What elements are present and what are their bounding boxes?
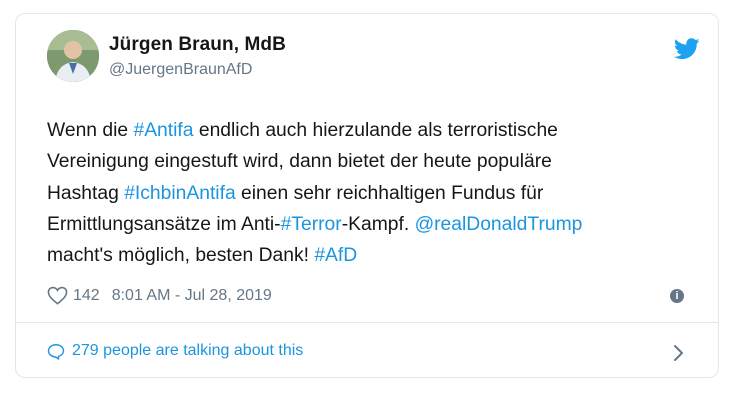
tweet-text-segment: endlich auch hierzulande als terroristis… (193, 120, 558, 141)
conversation-link[interactable]: 279 people are talking about this (47, 342, 303, 360)
info-icon[interactable]: i (670, 289, 684, 303)
hashtag-link[interactable]: #IchbinAntifa (124, 183, 235, 204)
tweet-timestamp[interactable]: 8:01 AM - Jul 28, 2019 (112, 287, 272, 305)
tweet-text-line: Ermittlungsansätze im Anti-#Terror-Kampf… (47, 209, 692, 240)
tweet-text-segment: Vereinigung eingestuft wird, dann bietet… (47, 151, 552, 173)
author-handle[interactable]: @JuergenBraunAfD (109, 61, 252, 79)
author-name[interactable]: Jürgen Braun, MdB (109, 34, 286, 56)
tweet-text-line: Hashtag #IchbinAntifa einen sehr reichha… (47, 178, 692, 209)
like-count: 142 (73, 286, 100, 304)
twitter-bird-icon[interactable] (674, 38, 700, 60)
tweet-text-line: macht's möglich, besten Dank! #AfD (47, 240, 692, 271)
tweet-text-line: Wenn die #Antifa endlich auch hierzuland… (47, 115, 692, 146)
heart-icon[interactable] (47, 286, 68, 305)
hashtag-link[interactable]: #AfD (314, 245, 357, 266)
tweet-text-segment: Wenn die (47, 120, 134, 141)
chevron-right-icon[interactable] (673, 344, 684, 362)
conversation-label: 279 people are talking about this (72, 342, 304, 359)
avatar[interactable] (47, 30, 99, 82)
tweet-text-segment: Ermittlungsansätze im Anti- (47, 213, 281, 235)
tweet-card: Jürgen Braun, MdB @JuergenBraunAfD Wenn … (15, 13, 719, 378)
tweet-text-segment: einen sehr reichhaltigen Fundus für (235, 182, 544, 204)
hashtag-link[interactable]: #Terror (281, 214, 342, 235)
tweet-text-line: Vereinigung eingestuft wird, dann bietet… (47, 146, 692, 177)
hashtag-link[interactable]: #Antifa (133, 120, 193, 141)
tweet-text-segment: -Kampf. (341, 213, 415, 235)
tweet-text: Wenn die #Antifa endlich auch hierzuland… (47, 115, 692, 271)
tweet-meta: 142 8:01 AM - Jul 28, 2019 (47, 286, 272, 305)
divider (16, 322, 718, 323)
comment-bubble-icon (47, 343, 65, 360)
mention-link[interactable]: @realDonaldTrump (415, 214, 583, 235)
tweet-text-segment: macht's möglich, besten Dank! (47, 245, 315, 267)
tweet-text-segment: Hashtag (47, 182, 125, 204)
